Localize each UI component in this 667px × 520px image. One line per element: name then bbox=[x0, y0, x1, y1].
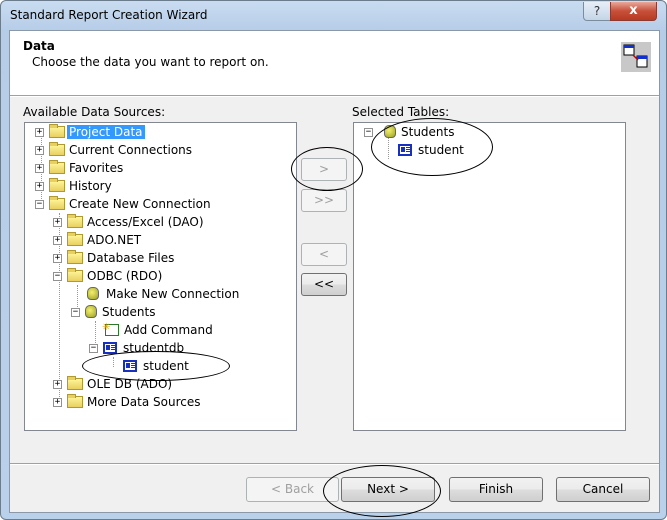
tree-item-more-data-sources[interactable]: + More Data Sources bbox=[53, 393, 203, 411]
collapse-icon[interactable]: − bbox=[364, 128, 373, 137]
collapse-icon[interactable]: − bbox=[89, 344, 98, 353]
expand-icon[interactable]: + bbox=[53, 254, 62, 263]
selected-item-students[interactable]: − Students bbox=[364, 123, 457, 141]
folder-icon bbox=[49, 124, 65, 138]
table-link-icon bbox=[621, 42, 651, 72]
help-button[interactable]: ? bbox=[583, 2, 611, 21]
expand-icon[interactable]: + bbox=[53, 236, 62, 245]
table-icon bbox=[103, 342, 117, 354]
collapse-icon[interactable]: − bbox=[53, 272, 62, 281]
tree-item-project-data[interactable]: + Project Data bbox=[35, 123, 145, 141]
folder-icon bbox=[67, 376, 83, 390]
tree-item-make-new-connection[interactable]: Make New Connection bbox=[87, 285, 241, 303]
folder-icon bbox=[49, 196, 65, 210]
tree-item-ole-db[interactable]: + OLE DB (ADO) bbox=[53, 375, 174, 393]
remove-all-button[interactable]: << bbox=[301, 273, 347, 296]
table-icon bbox=[398, 144, 412, 156]
page-title: Data bbox=[23, 39, 55, 53]
tree-item-create-new-connection[interactable]: − Create New Connection bbox=[35, 195, 213, 213]
remove-selected-button[interactable]: < bbox=[301, 243, 347, 266]
expand-icon[interactable]: + bbox=[35, 164, 44, 173]
window-title: Standard Report Creation Wizard bbox=[10, 8, 208, 22]
tree-item-students-connection[interactable]: − Students bbox=[71, 303, 158, 321]
expand-icon[interactable]: + bbox=[35, 182, 44, 191]
expand-icon[interactable]: + bbox=[35, 146, 44, 155]
tree-item-student-table[interactable]: student bbox=[123, 357, 191, 375]
tree-item-studentdb[interactable]: − studentdb bbox=[89, 339, 186, 357]
expand-icon[interactable]: + bbox=[35, 128, 44, 137]
folder-icon bbox=[49, 142, 65, 156]
new-connection-icon bbox=[87, 287, 99, 300]
close-button[interactable]: x bbox=[610, 2, 657, 21]
folder-icon bbox=[67, 250, 83, 264]
selected-tables-tree[interactable]: − Students student bbox=[353, 122, 626, 431]
finish-button[interactable]: Finish bbox=[449, 477, 543, 502]
tree-item-ado-net[interactable]: + ADO.NET bbox=[53, 231, 143, 249]
header-divider bbox=[10, 96, 659, 97]
cancel-button[interactable]: Cancel bbox=[556, 477, 650, 502]
next-button[interactable]: Next > bbox=[341, 477, 435, 502]
page-subtitle: Choose the data you want to report on. bbox=[32, 55, 269, 69]
tree-item-favorites[interactable]: + Favorites bbox=[35, 159, 125, 177]
available-data-sources-label: Available Data Sources: bbox=[23, 105, 166, 119]
add-command-icon bbox=[102, 319, 119, 337]
tree-item-add-command[interactable]: Add Command bbox=[102, 319, 215, 339]
folder-icon bbox=[67, 214, 83, 228]
tree-item-database-files[interactable]: + Database Files bbox=[53, 249, 176, 267]
tree-item-current-connections[interactable]: + Current Connections bbox=[35, 141, 194, 159]
folder-icon bbox=[67, 394, 83, 408]
collapse-icon[interactable]: − bbox=[71, 308, 80, 317]
expand-icon[interactable]: + bbox=[53, 398, 62, 407]
database-icon bbox=[384, 125, 396, 138]
collapse-icon[interactable]: − bbox=[35, 200, 44, 209]
expand-icon[interactable]: + bbox=[53, 380, 62, 389]
selected-item-student[interactable]: student bbox=[398, 141, 466, 159]
tree-guide bbox=[113, 357, 114, 367]
back-button[interactable]: < Back bbox=[246, 477, 339, 502]
tree-item-access-excel[interactable]: + Access/Excel (DAO) bbox=[53, 213, 206, 231]
add-selected-button[interactable]: > bbox=[301, 158, 347, 181]
wizard-window: Standard Report Creation Wizard ? x Data… bbox=[0, 0, 667, 520]
wizard-body: Data Choose the data you want to report … bbox=[9, 30, 660, 513]
tree-item-history[interactable]: + History bbox=[35, 177, 114, 195]
folder-icon bbox=[49, 160, 65, 174]
available-data-sources-tree[interactable]: + Project Data + Current Connections + F… bbox=[24, 122, 297, 431]
footer-divider bbox=[10, 463, 659, 465]
add-all-button[interactable]: >> bbox=[301, 189, 347, 212]
tree-item-odbc-rdo[interactable]: − ODBC (RDO) bbox=[53, 267, 164, 285]
wizard-header: Data Choose the data you want to report … bbox=[10, 31, 659, 96]
expand-icon[interactable]: + bbox=[53, 218, 62, 227]
folder-icon bbox=[67, 232, 83, 246]
folder-icon bbox=[67, 268, 83, 282]
close-icon: x bbox=[629, 3, 638, 18]
database-icon bbox=[85, 305, 97, 318]
table-icon bbox=[123, 360, 137, 372]
selected-tables-label: Selected Tables: bbox=[352, 105, 450, 119]
folder-icon bbox=[49, 178, 65, 192]
